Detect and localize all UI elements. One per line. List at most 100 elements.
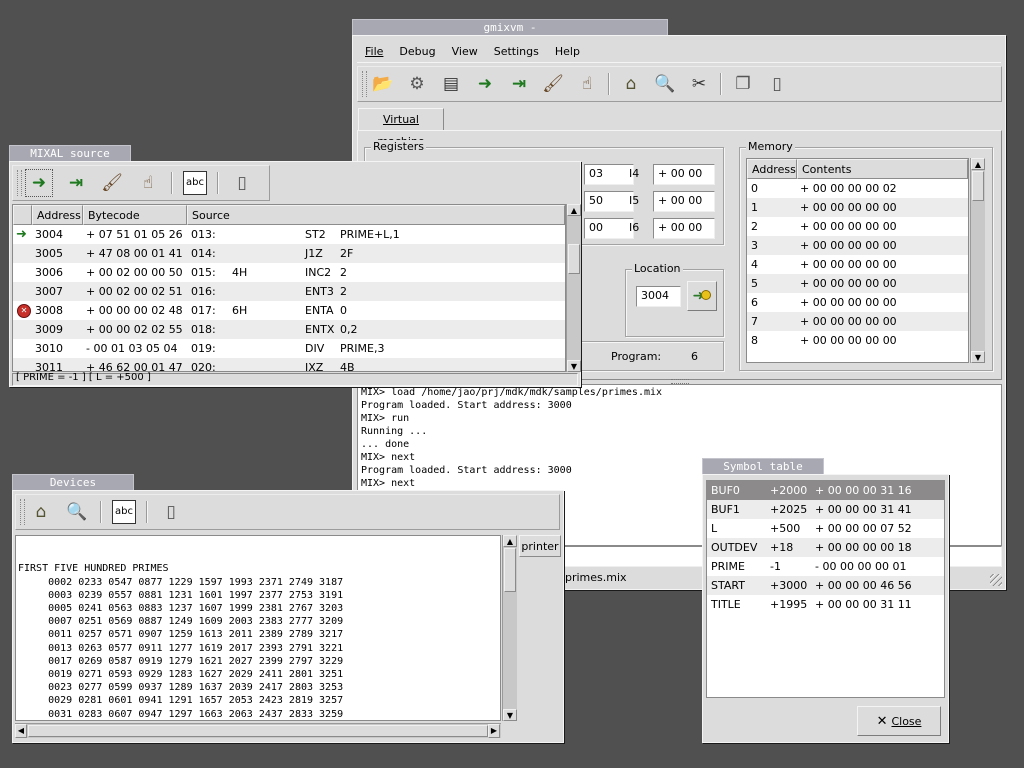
tab-printer[interactable]: printer bbox=[519, 535, 561, 557]
register-j-field[interactable]: 00 bbox=[584, 218, 634, 239]
symbol-row[interactable]: L +500 + 00 00 00 07 52 bbox=[707, 519, 944, 538]
menu-view[interactable]: View bbox=[444, 40, 486, 62]
clear-breakpoints-icon[interactable]: 🖌 bbox=[99, 170, 125, 196]
run-icon[interactable]: ➜ bbox=[472, 71, 498, 97]
page-icon[interactable]: ▯ bbox=[158, 499, 184, 525]
printer-hscrollbar[interactable]: ◀ ▶ bbox=[15, 723, 501, 738]
memory-address: 4 bbox=[751, 258, 758, 271]
mixal-row[interactable]: 3009 + 00 00 02 02 55 018: ENTX 0,2 bbox=[13, 320, 565, 339]
scroll-thumb[interactable] bbox=[504, 548, 516, 592]
symbol-row[interactable]: BUF0 +2000 + 00 00 00 31 16 bbox=[707, 481, 944, 500]
menu-help[interactable]: Help bbox=[547, 40, 588, 62]
symbol-row[interactable]: TITLE +1995 + 00 00 00 31 11 bbox=[707, 595, 944, 614]
symbols-window-title[interactable]: Symbol table bbox=[702, 458, 824, 474]
symbol-word: + 00 00 00 31 41 bbox=[815, 503, 912, 516]
open-file-icon[interactable]: 📂 bbox=[370, 71, 396, 97]
resize-grip[interactable] bbox=[990, 574, 1002, 586]
scroll-down-arrow[interactable]: ▼ bbox=[567, 360, 581, 372]
set-breakpoint-icon[interactable]: ☝ bbox=[574, 71, 600, 97]
mixal-row[interactable]: 3006 + 00 02 00 00 50 015: 4H INC2 2 bbox=[13, 263, 565, 282]
goto-location-button[interactable]: ➜ bbox=[687, 281, 717, 311]
next-icon[interactable]: ⇥ bbox=[506, 71, 532, 97]
register-x-field[interactable]: 50 bbox=[584, 191, 634, 212]
symbol-name: BUF1 bbox=[711, 503, 740, 516]
mixal-row[interactable]: 3007 + 00 02 00 02 51 016: ENT3 2 bbox=[13, 282, 565, 301]
scroll-thumb[interactable] bbox=[972, 171, 984, 201]
memory-row[interactable]: 2 + 00 00 00 00 00 bbox=[747, 217, 968, 236]
memory-scrollbar[interactable]: ▲ ▼ bbox=[970, 158, 985, 363]
scroll-left-arrow[interactable]: ◀ bbox=[15, 724, 27, 738]
compile-icon[interactable]: ⚙ bbox=[404, 71, 430, 97]
register-i6-field[interactable]: + 00 00 bbox=[653, 218, 715, 239]
symbol-row[interactable]: PRIME -1 - 00 00 00 00 01 bbox=[707, 557, 944, 576]
mixal-header-bytecode[interactable]: Bytecode bbox=[83, 205, 187, 225]
mixal-row[interactable]: 3011 + 46 62 00 01 47 020: JXZ 4B bbox=[13, 358, 565, 371]
memory-row[interactable]: 4 + 00 00 00 00 00 bbox=[747, 255, 968, 274]
abc-font-icon[interactable]: abc bbox=[183, 171, 207, 195]
memory-row[interactable]: 1 + 00 00 00 00 00 bbox=[747, 198, 968, 217]
toolbar-grip[interactable] bbox=[17, 170, 22, 196]
memory-header: Address Contents bbox=[747, 159, 968, 179]
next-icon[interactable]: ⇥ bbox=[63, 170, 89, 196]
main-window-title[interactable]: gmixvm - /home/jao/prj/mdk/mdk/samples/p… bbox=[352, 19, 668, 50]
memory-row[interactable]: 6 + 00 00 00 00 00 bbox=[747, 293, 968, 312]
toolbar-separator bbox=[100, 501, 102, 523]
mixal-row[interactable]: ✕ 3008 + 00 00 00 02 48 017: 6H ENTA 0 bbox=[13, 301, 565, 320]
menu-file[interactable]: File bbox=[357, 40, 391, 62]
mixal-row[interactable]: ➜ 3004 + 07 51 01 05 26 013: ST2 PRIME+L,1 bbox=[13, 225, 565, 244]
register-i4-field[interactable]: + 00 00 bbox=[653, 164, 715, 185]
scroll-up-arrow[interactable]: ▲ bbox=[971, 158, 985, 170]
scroll-thumb[interactable] bbox=[28, 725, 488, 737]
scroll-thumb[interactable] bbox=[568, 244, 580, 274]
toolbar-grip[interactable] bbox=[20, 499, 25, 525]
register-a-field[interactable]: 03 bbox=[584, 164, 634, 185]
scroll-down-arrow[interactable]: ▼ bbox=[971, 351, 985, 363]
register-i5-field[interactable]: + 00 00 bbox=[653, 191, 715, 212]
memory-header-address[interactable]: Address bbox=[747, 159, 797, 179]
scroll-down-arrow[interactable]: ▼ bbox=[503, 709, 517, 721]
menu-settings[interactable]: Settings bbox=[486, 40, 547, 62]
symbol-table-icon[interactable]: ✂ bbox=[686, 71, 712, 97]
listing-icon[interactable]: ▤ bbox=[438, 71, 464, 97]
tab-virtual-machine[interactable]: Virtual machine bbox=[358, 108, 444, 148]
memory-row[interactable]: 0 + 00 00 00 00 02 bbox=[747, 179, 968, 198]
zoom-icon[interactable]: 🔍 bbox=[64, 499, 90, 525]
page-icon[interactable]: ▯ bbox=[764, 71, 790, 97]
zoom-icon[interactable]: 🔍 bbox=[652, 71, 678, 97]
mixal-header-source[interactable]: Source bbox=[187, 205, 565, 225]
mixal-scrollbar[interactable]: ▲ ▼ bbox=[566, 204, 581, 372]
printer-vscrollbar[interactable]: ▲ ▼ bbox=[502, 535, 517, 721]
clear-breakpoints-icon[interactable]: 🖌 bbox=[540, 71, 566, 97]
toolbar-grip[interactable] bbox=[362, 71, 367, 97]
close-button[interactable]: ✕ Close bbox=[857, 706, 941, 736]
symbol-row[interactable]: BUF1 +2025 + 00 00 00 31 41 bbox=[707, 500, 944, 519]
run-icon[interactable]: ➜ bbox=[25, 169, 53, 197]
memory-row[interactable]: 3 + 00 00 00 00 00 bbox=[747, 236, 968, 255]
abc-font-icon[interactable]: abc bbox=[112, 500, 136, 524]
memory-row[interactable]: 7 + 00 00 00 00 00 bbox=[747, 312, 968, 331]
mixal-row[interactable]: 3005 + 47 08 00 01 41 014: J1Z 2F bbox=[13, 244, 565, 263]
mixal-header-address[interactable]: Address bbox=[32, 205, 83, 225]
home-icon[interactable]: ⌂ bbox=[28, 499, 54, 525]
mixal-row[interactable]: 3010 - 00 01 03 05 04 019: DIV PRIME,3 bbox=[13, 339, 565, 358]
location-field[interactable]: 3004 bbox=[636, 286, 681, 307]
page-icon[interactable]: ▯ bbox=[229, 170, 255, 196]
printer-line: 0003 0239 0557 0881 1231 1601 1997 2377 … bbox=[18, 589, 344, 601]
scroll-up-arrow[interactable]: ▲ bbox=[503, 535, 517, 547]
scroll-up-arrow[interactable]: ▲ bbox=[567, 204, 581, 216]
symbol-row[interactable]: START +3000 + 00 00 00 46 56 bbox=[707, 576, 944, 595]
breakpoint-icon[interactable]: ✕ bbox=[17, 304, 31, 318]
devices-window-title[interactable]: Devices bbox=[12, 474, 134, 490]
copy-icon[interactable]: ❐ bbox=[730, 71, 756, 97]
memory-header-contents[interactable]: Contents bbox=[797, 159, 968, 179]
devices-home-icon[interactable]: ⌂ bbox=[618, 71, 644, 97]
memory-row[interactable]: 5 + 00 00 00 00 00 bbox=[747, 274, 968, 293]
memory-row[interactable]: 8 + 00 00 00 00 00 bbox=[747, 331, 968, 350]
mixal-window-title[interactable]: MIXAL source bbox=[9, 145, 131, 161]
set-breakpoint-icon[interactable]: ☝ bbox=[135, 170, 161, 196]
mixal-line: 015: bbox=[191, 266, 216, 279]
printer-output[interactable]: FIRST FIVE HUNDRED PRIMES 0002 0233 0547… bbox=[15, 535, 501, 721]
symbol-row[interactable]: OUTDEV +18 + 00 00 00 00 18 bbox=[707, 538, 944, 557]
menu-debug[interactable]: Debug bbox=[391, 40, 443, 62]
scroll-right-arrow[interactable]: ▶ bbox=[488, 724, 500, 738]
